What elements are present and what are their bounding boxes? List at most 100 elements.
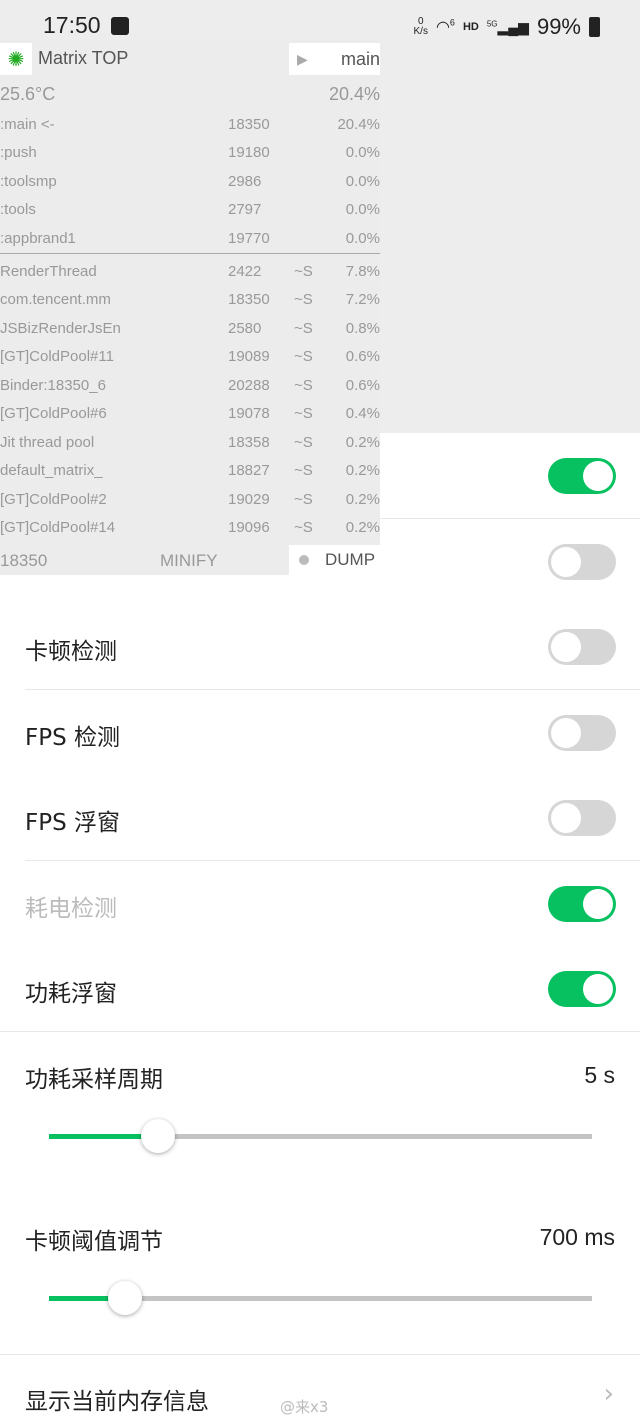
minify-button[interactable]: MINIFY (160, 551, 218, 571)
jank-threshold-slider[interactable] (49, 1281, 592, 1315)
setting-row: 耗电检测 (0, 860, 640, 947)
process-row: :toolsmp 2986 0.0% (0, 167, 380, 195)
thread-state: ~S (294, 262, 313, 280)
slider-section-jank-threshold: 卡顿阈值调节 700 ms (0, 1192, 640, 1354)
battery-icon (589, 17, 600, 37)
toggle-switch[interactable] (548, 458, 616, 494)
process-name: :tools (0, 201, 36, 218)
thread-cpu: 0.6% (345, 348, 380, 365)
thread-row: Binder:18350_6 20288 ~S 0.6% (0, 371, 380, 399)
slider-label: 卡顿阈值调节 (25, 1229, 163, 1255)
thread-id: 19078 (228, 405, 270, 422)
toggle-knob (551, 546, 581, 577)
process-pid: 19180 (228, 144, 270, 161)
total-cpu: 20.4% (328, 84, 380, 104)
thread-name: default_matrix_ (0, 462, 103, 479)
setting-label: 耗电检测 (25, 895, 117, 922)
thread-cpu: 0.4% (345, 405, 380, 422)
toggle-knob (551, 803, 581, 833)
process-name: :appbrand1 (0, 229, 76, 247)
thread-row: Jit thread pool 18358 ~S 0.2% (0, 428, 380, 456)
process-pid: 2986 (228, 172, 262, 190)
thread-id: 19029 (228, 490, 270, 508)
divider (0, 253, 380, 254)
process-name: :push (0, 144, 37, 161)
thread-state: ~S (294, 348, 313, 365)
thread-state: ~S (294, 291, 313, 308)
process-cpu: 0.0% (345, 229, 380, 247)
toggle-knob (551, 632, 581, 662)
setting-label: FPS 检测 (25, 724, 121, 751)
thread-row: [GT]ColdPool#11 19089 ~S 0.6% (0, 343, 380, 371)
slider-value: 700 ms (539, 1224, 615, 1250)
thread-id: 18350 (228, 291, 270, 308)
slider-thumb[interactable] (108, 1281, 143, 1315)
thread-row: [GT]ColdPool#2 19029 ~S 0.2% (0, 485, 380, 513)
battery-percent: 99% (536, 14, 581, 39)
thread-cpu: 0.6% (345, 376, 380, 394)
process-selector-button[interactable]: ▶ main (289, 43, 380, 75)
play-icon: ▶ (297, 50, 308, 67)
thread-cpu: 0.2% (345, 462, 380, 479)
toggle-switch[interactable] (548, 543, 616, 580)
toggle-switch[interactable] (548, 885, 616, 922)
thread-id: 2422 (228, 262, 262, 280)
slider-thumb[interactable] (140, 1119, 175, 1153)
thread-name: [GT]ColdPool#11 (0, 348, 114, 365)
toggle-switch[interactable] (548, 714, 616, 751)
overlay-title: Matrix TOP (38, 48, 129, 68)
setting-label: 卡顿检测 (25, 639, 117, 665)
matrix-top-overlay[interactable]: ✺ Matrix TOP ▶ main 25.6°C 20.4% :main <… (0, 40, 380, 575)
thread-id: 19096 (228, 519, 270, 536)
hd-icon: HD (462, 21, 479, 33)
process-pid: 18350 (228, 115, 270, 133)
process-cpu: 0.0% (345, 144, 380, 161)
dump-button[interactable]: DUMP (289, 545, 380, 575)
toggle-switch[interactable] (548, 971, 616, 1007)
thread-state: ~S (294, 319, 313, 337)
thread-id: 2580 (228, 319, 262, 337)
thread-row: com.tencent.mm 18350 ~S 7.2% (0, 286, 380, 314)
thread-name: RenderThread (0, 262, 97, 280)
thread-row: [GT]ColdPool#6 19078 ~S 0.4% (0, 400, 380, 428)
power-sample-slider[interactable] (49, 1119, 592, 1153)
thread-cpu: 0.2% (345, 490, 380, 508)
thread-row: default_matrix_ 18827 ~S 0.2% (0, 457, 380, 485)
slider-section-power-sample: 功耗采样周期 5 s (0, 1032, 640, 1192)
setting-row: FPS 浮窗 (0, 775, 640, 861)
thread-name: [GT]ColdPool#2 (0, 490, 107, 508)
setting-row: 卡顿检测 (0, 604, 640, 690)
thread-id: 18358 (228, 433, 270, 451)
thread-state: ~S (294, 462, 313, 479)
thread-id: 18827 (228, 462, 270, 479)
thread-state: ~S (294, 405, 313, 422)
image-notification-icon (111, 17, 129, 35)
temperature: 25.6°C (0, 84, 56, 104)
toggle-switch[interactable] (548, 800, 616, 836)
process-pid: 19770 (228, 229, 270, 247)
thread-state: ~S (294, 519, 313, 536)
toggle-knob (551, 717, 581, 748)
slider-value: 5 s (584, 1062, 615, 1088)
radio-dot-icon (299, 555, 309, 565)
toggle-knob (583, 461, 613, 491)
thread-cpu: 7.2% (345, 291, 380, 308)
thread-row: JSBizRenderJsEn 2580 ~S 0.8% (0, 314, 380, 342)
thread-row: RenderThread 2422 ~S 7.8% (0, 257, 380, 285)
clock: 17:50 (43, 12, 101, 38)
process-row: :tools 2797 0.0% (0, 196, 380, 224)
toggle-knob (583, 888, 613, 919)
toggle-knob (583, 974, 613, 1004)
thread-cpu: 0.8% (345, 319, 380, 337)
thread-row: [GT]ColdPool#14 19096 ~S 0.2% (0, 514, 380, 542)
matrix-logo-icon: ✺ (0, 43, 32, 75)
thread-name: [GT]ColdPool#6 (0, 405, 107, 422)
watermark: @来x3 (280, 1398, 329, 1416)
thread-state: ~S (294, 490, 313, 508)
slider-label: 功耗采样周期 (25, 1067, 163, 1093)
signal-icon: 5G▂▄▆ (486, 18, 529, 35)
toggle-switch[interactable] (548, 629, 616, 665)
setting-label: 功耗浮窗 (25, 981, 117, 1007)
thread-cpu: 0.2% (345, 519, 380, 536)
setting-label: FPS 浮窗 (25, 810, 121, 836)
